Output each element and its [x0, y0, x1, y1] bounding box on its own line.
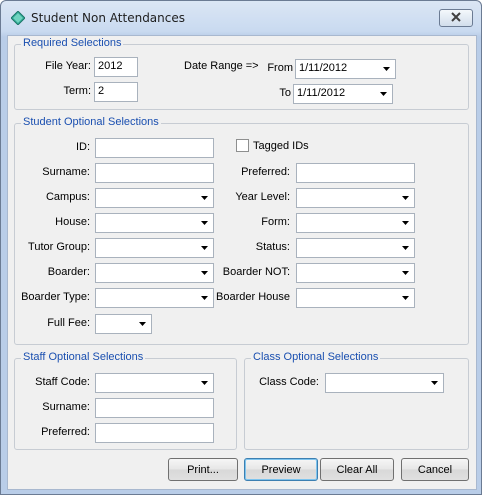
surname-input[interactable]	[95, 163, 214, 183]
boarder-house-label: Boarder House	[216, 291, 290, 303]
boarder-not-label: Boarder NOT:	[222, 266, 290, 278]
from-label: From	[267, 62, 293, 74]
staff-optional-selections-group: Staff Optional Selections Staff Code: Su…	[14, 351, 237, 450]
year-level-select[interactable]	[296, 188, 415, 208]
diamond-icon	[10, 10, 26, 26]
campus-label: Campus:	[45, 191, 90, 203]
campus-select[interactable]	[95, 188, 214, 208]
chevron-down-icon[interactable]	[398, 240, 413, 256]
class-code-label: Class Code:	[259, 376, 319, 388]
boarder-type-label: Boarder Type:	[21, 291, 90, 303]
close-button[interactable]	[439, 9, 473, 27]
chevron-down-icon[interactable]	[398, 265, 413, 281]
status-label: Status:	[255, 241, 290, 253]
chevron-down-icon[interactable]	[427, 375, 442, 391]
print-button[interactable]: Print...	[168, 458, 238, 481]
house-select[interactable]	[95, 213, 214, 233]
title-bar[interactable]: Student Non Attendances	[1, 1, 481, 35]
year-level-label: Year Level:	[235, 191, 290, 203]
staff-code-label: Staff Code:	[35, 376, 90, 388]
tagged-ids-checkbox[interactable]	[236, 139, 249, 152]
dialog-client-area: Required Selections File Year: 2012 Term…	[7, 35, 477, 490]
chevron-down-icon[interactable]	[376, 86, 391, 102]
clear-all-button[interactable]: Clear All	[320, 458, 394, 481]
preferred-label: Preferred:	[241, 166, 290, 178]
from-date-value: 1/11/2012	[299, 62, 348, 74]
group-title: Staff Optional Selections	[21, 351, 146, 363]
form-select[interactable]	[296, 213, 415, 233]
boarder-select[interactable]	[95, 263, 214, 283]
tagged-ids-label: Tagged IDs	[253, 140, 309, 152]
tutor-group-label: Tutor Group:	[28, 241, 90, 253]
chevron-down-icon[interactable]	[197, 375, 212, 391]
house-label: House:	[55, 216, 90, 228]
term-input[interactable]: 2	[94, 82, 138, 102]
chevron-down-icon[interactable]	[398, 290, 413, 306]
full-fee-select[interactable]	[95, 314, 152, 334]
term-label: Term:	[63, 85, 92, 97]
group-title: Student Optional Selections	[21, 116, 161, 128]
chevron-down-icon[interactable]	[379, 61, 394, 77]
required-selections-group: Required Selections File Year: 2012 Term…	[14, 37, 469, 110]
file-year-label: File Year:	[45, 60, 91, 72]
dialog-window: Student Non Attendances Required Selecti…	[0, 0, 482, 495]
staff-code-select[interactable]	[95, 373, 214, 393]
id-label: ID:	[75, 141, 90, 153]
form-label: Form:	[261, 216, 290, 228]
status-select[interactable]	[296, 238, 415, 258]
staff-surname-label: Surname:	[42, 401, 90, 413]
tutor-group-select[interactable]	[95, 238, 214, 258]
class-optional-selections-group: Class Optional Selections Class Code:	[244, 351, 469, 450]
from-date-picker[interactable]: 1/11/2012	[295, 59, 396, 79]
chevron-down-icon[interactable]	[398, 190, 413, 206]
boarder-not-select[interactable]	[296, 263, 415, 283]
date-range-label: Date Range =>	[184, 60, 259, 72]
full-fee-label: Full Fee:	[47, 317, 90, 329]
cancel-button[interactable]: Cancel	[401, 458, 469, 481]
to-date-value: 1/11/2012	[297, 87, 346, 99]
boarder-label: Boarder:	[47, 266, 90, 278]
student-optional-selections-group: Student Optional Selections ID: Tagged I…	[14, 116, 469, 345]
id-input[interactable]	[95, 138, 214, 158]
group-title: Class Optional Selections	[251, 351, 381, 363]
boarder-type-select[interactable]	[95, 288, 214, 308]
chevron-down-icon[interactable]	[398, 215, 413, 231]
staff-preferred-label: Preferred:	[41, 426, 90, 438]
staff-preferred-input[interactable]	[95, 423, 214, 443]
to-date-picker[interactable]: 1/11/2012	[293, 84, 393, 104]
to-label: To	[279, 87, 291, 99]
class-code-select[interactable]	[325, 373, 444, 393]
preview-button[interactable]: Preview	[244, 458, 318, 481]
surname-label: Surname:	[42, 166, 90, 178]
boarder-house-select[interactable]	[296, 288, 415, 308]
window-title: Student Non Attendances	[31, 11, 185, 25]
file-year-input[interactable]: 2012	[94, 57, 138, 77]
chevron-down-icon[interactable]	[135, 316, 150, 332]
group-title: Required Selections	[21, 37, 124, 49]
close-icon	[451, 11, 461, 25]
preferred-input[interactable]	[296, 163, 415, 183]
staff-surname-input[interactable]	[95, 398, 214, 418]
